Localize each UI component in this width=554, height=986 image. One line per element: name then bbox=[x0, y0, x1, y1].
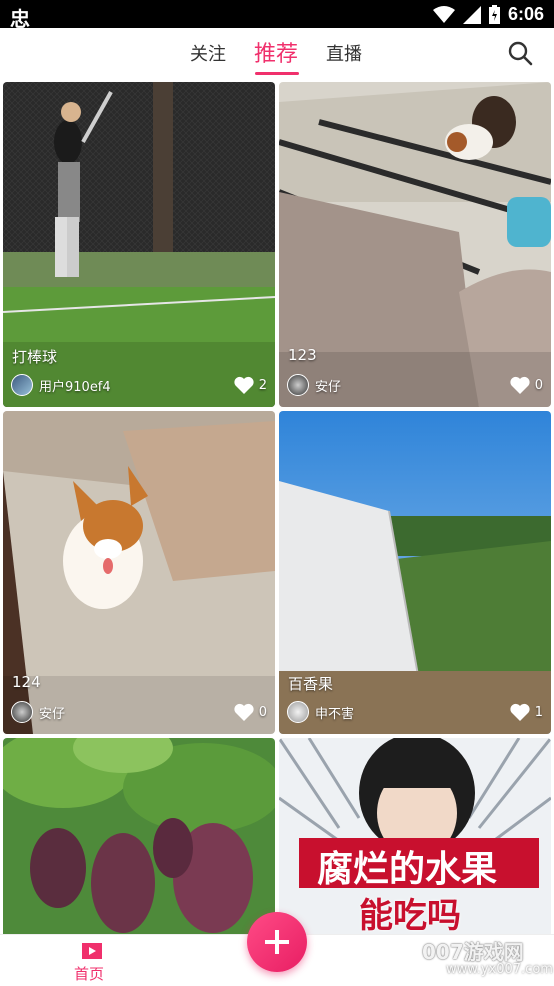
create-post-button[interactable] bbox=[247, 912, 307, 972]
tab-live[interactable]: 直播 bbox=[326, 40, 362, 66]
author-info[interactable]: 安仔 bbox=[11, 701, 65, 723]
like-button[interactable]: 2 bbox=[234, 376, 267, 394]
like-button[interactable]: 0 bbox=[234, 703, 267, 721]
watermark: 007游戏网 bbox=[422, 940, 524, 964]
author-info[interactable]: 申不害 bbox=[287, 701, 354, 723]
like-button[interactable]: 0 bbox=[510, 376, 543, 394]
heart-icon bbox=[510, 376, 530, 394]
like-count: 2 bbox=[258, 377, 267, 393]
active-tab-indicator bbox=[255, 72, 299, 75]
video-card[interactable]: 123 安仔 0 bbox=[279, 82, 551, 407]
signal-icon bbox=[462, 5, 481, 24]
like-count: 1 bbox=[534, 704, 543, 720]
author-name: 申不害 bbox=[315, 706, 355, 722]
plus-icon bbox=[265, 930, 289, 954]
author-name: 安仔 bbox=[315, 379, 342, 395]
video-title: 百香果 bbox=[288, 675, 334, 693]
video-thumbnail bbox=[279, 82, 551, 407]
status-bar: 忠 6:06 bbox=[0, 0, 554, 31]
video-card[interactable] bbox=[3, 738, 275, 934]
author-info[interactable]: 用户910ef4 bbox=[11, 374, 111, 396]
status-icons: 6:06 bbox=[432, 4, 544, 25]
video-card[interactable]: 百香果 申不害 1 bbox=[279, 411, 551, 734]
top-navigation: 关注 推荐 直播 bbox=[0, 28, 554, 78]
author-name: 安仔 bbox=[39, 706, 66, 722]
video-card[interactable]: 124 安仔 0 bbox=[3, 411, 275, 734]
author-info[interactable]: 安仔 bbox=[287, 374, 341, 396]
status-time: 6:06 bbox=[507, 4, 544, 24]
tab-following[interactable]: 关注 bbox=[190, 40, 226, 66]
avatar bbox=[287, 374, 309, 396]
like-button[interactable]: 1 bbox=[510, 703, 543, 721]
video-card[interactable]: 打棒球 用户910ef4 2 bbox=[3, 82, 275, 407]
video-title: 打棒球 bbox=[12, 348, 58, 366]
author-name: 用户910ef4 bbox=[39, 379, 111, 395]
video-feed-grid: 打棒球 用户910ef4 2 123 安仔 0 124 安仔 0 百香果 申不害… bbox=[0, 78, 554, 934]
like-count: 0 bbox=[258, 704, 267, 720]
like-count: 0 bbox=[534, 377, 543, 393]
search-icon[interactable] bbox=[506, 39, 534, 67]
video-thumbnail bbox=[3, 411, 275, 734]
heart-icon bbox=[510, 703, 530, 721]
battery-icon bbox=[488, 5, 500, 24]
home-tab-label[interactable]: 首页 bbox=[74, 963, 104, 984]
overlay-text-line2: 能吃吗 bbox=[359, 896, 461, 934]
tab-recommended[interactable]: 推荐 bbox=[254, 36, 298, 68]
overlay-text-line1: 腐烂的水果 bbox=[317, 849, 498, 890]
avatar bbox=[11, 701, 33, 723]
heart-icon bbox=[234, 376, 254, 394]
video-title: 124 bbox=[12, 673, 41, 691]
home-icon[interactable] bbox=[80, 941, 104, 961]
wifi-icon bbox=[432, 5, 455, 23]
video-thumbnail bbox=[3, 738, 275, 934]
watermark-url: www.yx007.com bbox=[446, 962, 553, 977]
avatar bbox=[11, 374, 33, 396]
heart-icon bbox=[234, 703, 254, 721]
video-title: 123 bbox=[288, 346, 317, 364]
avatar bbox=[287, 701, 309, 723]
video-card[interactable]: 腐烂的水果 能吃吗 bbox=[279, 738, 551, 934]
